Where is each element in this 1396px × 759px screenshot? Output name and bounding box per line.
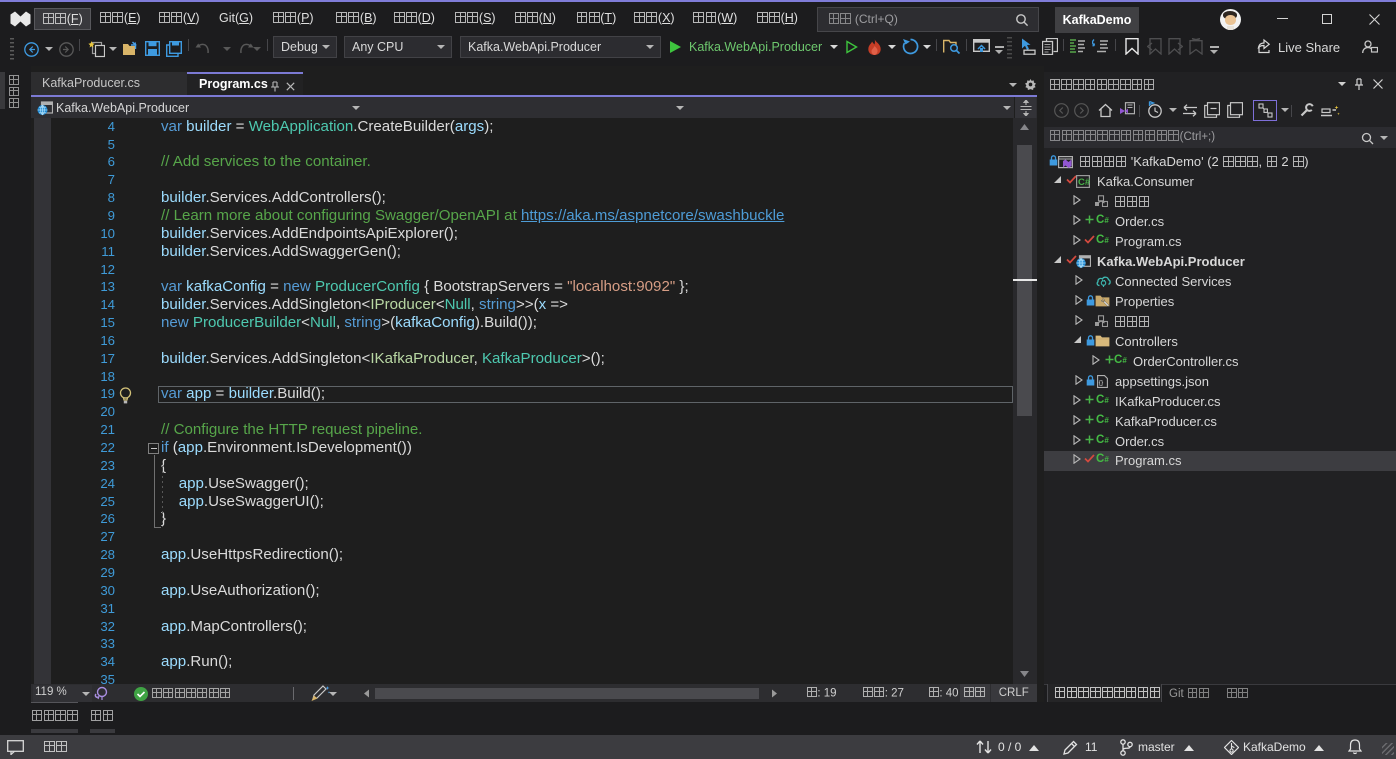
svg-text:{}: {} bbox=[1099, 380, 1104, 387]
svg-text:C#: C# bbox=[1078, 177, 1090, 188]
